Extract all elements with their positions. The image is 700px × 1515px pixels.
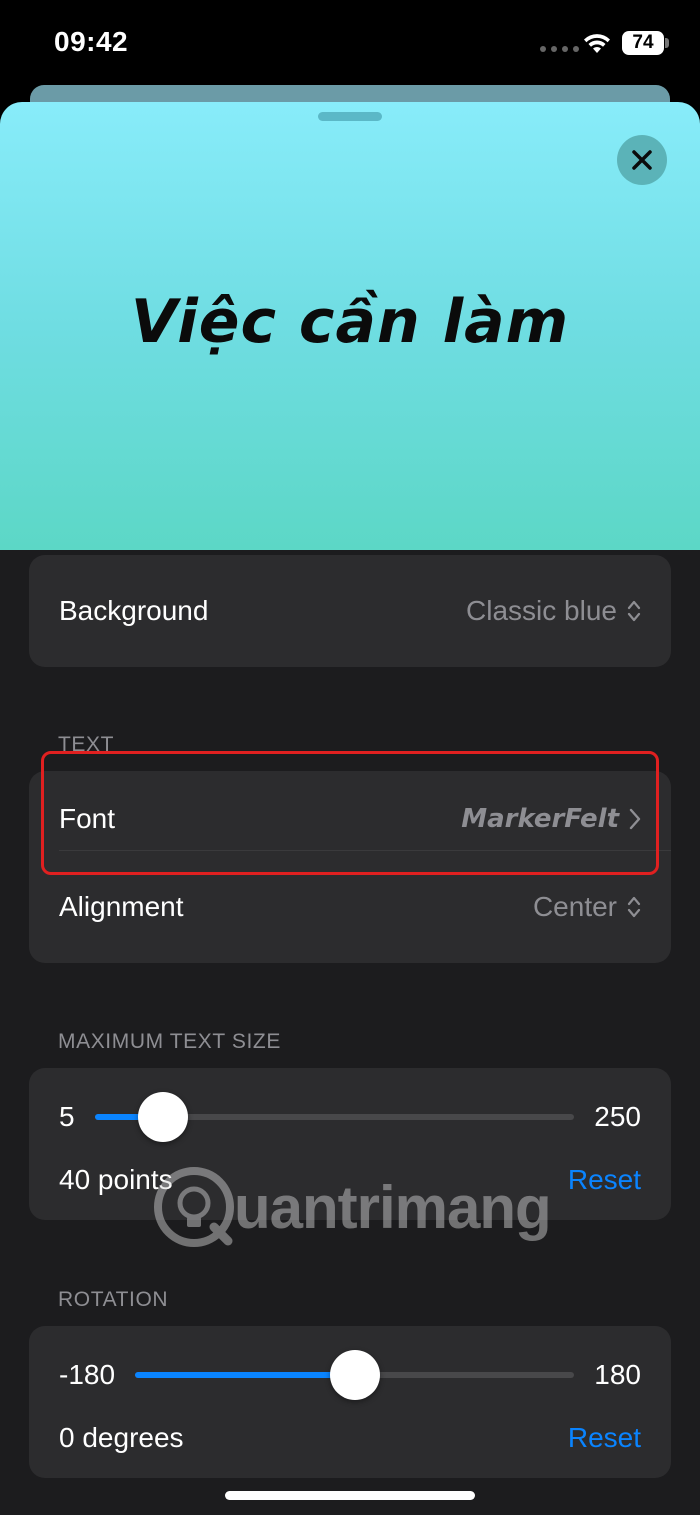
background-label: Background — [59, 595, 209, 626]
text-size-max-label: 250 — [594, 1101, 641, 1132]
background-group: Background Classic blue — [29, 555, 671, 667]
lightbulb-logo-icon — [154, 1167, 234, 1247]
rotation-slider-fill — [135, 1372, 355, 1378]
alignment-label: Alignment — [59, 891, 184, 922]
highlight-annotation — [41, 751, 659, 875]
text-size-min-label: 5 — [59, 1101, 75, 1132]
rotation-value: 0 degrees — [59, 1422, 184, 1453]
status-bar: 09:42 74 — [0, 0, 700, 90]
text-size-slider[interactable] — [94, 1092, 575, 1142]
background-value: Classic blue — [466, 595, 617, 626]
rotation-slider[interactable] — [135, 1350, 575, 1400]
text-preview-card: Việc cần làm — [0, 102, 700, 550]
alignment-value: Center — [532, 891, 617, 922]
sheet-grabber[interactable] — [318, 112, 382, 121]
watermark: uantrimang — [152, 1165, 552, 1249]
status-time: 09:42 — [54, 26, 129, 57]
preview-text: Việc cần làm — [130, 287, 570, 357]
rotation-slider-thumb[interactable] — [329, 1350, 380, 1400]
home-indicator[interactable] — [225, 1491, 475, 1500]
rotation-min-label: -180 — [59, 1359, 116, 1390]
rotation-reset-button[interactable]: Reset — [568, 1422, 641, 1454]
close-button[interactable] — [617, 135, 667, 185]
up-down-chevron-icon — [627, 896, 641, 918]
battery-icon: 74 — [622, 31, 664, 55]
rotation-group: -180 180 0 degrees Reset — [29, 1326, 671, 1478]
close-icon — [632, 150, 652, 170]
background-row[interactable]: Background Classic blue — [29, 563, 671, 659]
up-down-chevron-icon — [627, 600, 641, 622]
rotation-max-label: 180 — [594, 1359, 641, 1390]
text-size-slider-row: 5 250 — [29, 1082, 671, 1152]
rotation-value-row: 0 degrees Reset — [29, 1413, 671, 1463]
battery-tip — [665, 38, 669, 48]
text-size-section-header: MAXIMUM TEXT SIZE — [58, 1030, 281, 1053]
cellular-signal-icon — [540, 46, 579, 52]
wifi-icon — [584, 34, 610, 53]
text-size-reset-button[interactable]: Reset — [568, 1164, 641, 1196]
watermark-text: uantrimang — [234, 1173, 552, 1241]
rotation-section-header: ROTATION — [58, 1288, 169, 1311]
text-size-slider-thumb[interactable] — [138, 1092, 189, 1142]
rotation-slider-row: -180 180 — [29, 1340, 671, 1410]
